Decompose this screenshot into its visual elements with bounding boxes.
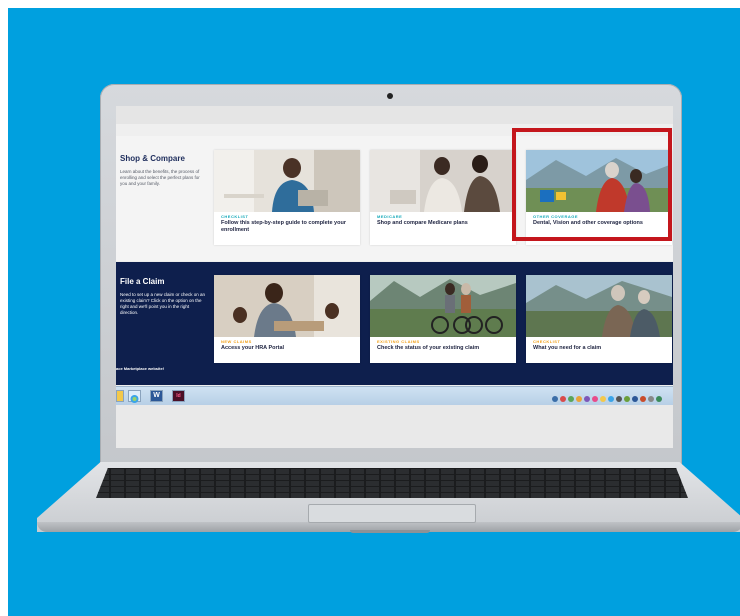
laptop-lid: Shop & Compare Learn about the benefits,… xyxy=(100,84,682,470)
card-photo xyxy=(370,275,516,337)
shop-compare-title: Shop & Compare xyxy=(120,154,185,163)
card-tag: CHECKLIST xyxy=(221,214,249,219)
card-checklist-enrollment[interactable]: CHECKLIST Follow this step-by-step guide… xyxy=(214,150,360,245)
card-medicare[interactable]: MEDICARE Shop and compare Medicare plans xyxy=(370,150,516,245)
browser-top-strip xyxy=(116,106,673,124)
file-claim-section: File a Claim Need to set up a new claim … xyxy=(116,262,673,385)
card-tag: CHECKLIST xyxy=(533,339,561,344)
file-claim-description: Need to set up a new claim or check on a… xyxy=(120,292,206,315)
trackpad xyxy=(308,504,476,523)
system-tray xyxy=(549,391,669,402)
card-photo xyxy=(526,275,672,337)
card-tag: MEDICARE xyxy=(377,214,403,219)
card-new-claims[interactable]: NEW CLAIMS Access your HRA Portal xyxy=(214,275,360,363)
card-photo xyxy=(214,275,360,337)
marketplace-text: ace Marketplace website! xyxy=(116,366,165,371)
folder-icon[interactable] xyxy=(116,390,124,402)
desktop-area xyxy=(116,405,673,448)
card-photo xyxy=(370,150,516,212)
card-claim-checklist[interactable]: CHECKLIST What you need for a claim xyxy=(526,275,672,363)
keyboard-keys xyxy=(96,468,688,498)
card-title: Check the status of your existing claim xyxy=(377,345,480,351)
card-title: Shop and compare Medicare plans xyxy=(377,220,468,226)
file-claim-title: File a Claim xyxy=(120,277,165,286)
shop-compare-description: Learn about the benefits, the process of… xyxy=(120,169,200,186)
card-photo xyxy=(214,150,360,212)
card-tag: NEW CLAIMS xyxy=(221,339,252,344)
laptop-screen: Shop & Compare Learn about the benefits,… xyxy=(116,106,673,448)
browser-icon[interactable] xyxy=(128,390,141,403)
lid-notch xyxy=(350,530,430,533)
card-title: Access your HRA Portal xyxy=(221,345,285,351)
card-tag: EXISTING CLAIMS xyxy=(377,339,420,344)
card-title: Follow this step-by-step guide to comple… xyxy=(221,220,346,233)
word-icon[interactable]: W xyxy=(150,390,163,402)
webcam xyxy=(387,93,393,99)
card-title: What you need for a claim xyxy=(533,345,602,351)
indesign-icon[interactable]: Id xyxy=(172,390,185,402)
keyboard xyxy=(96,468,688,498)
highlight-box xyxy=(512,128,672,241)
windows-taskbar: W Id xyxy=(116,386,673,405)
card-existing-claims[interactable]: EXISTING CLAIMS Check the status of your… xyxy=(370,275,516,363)
